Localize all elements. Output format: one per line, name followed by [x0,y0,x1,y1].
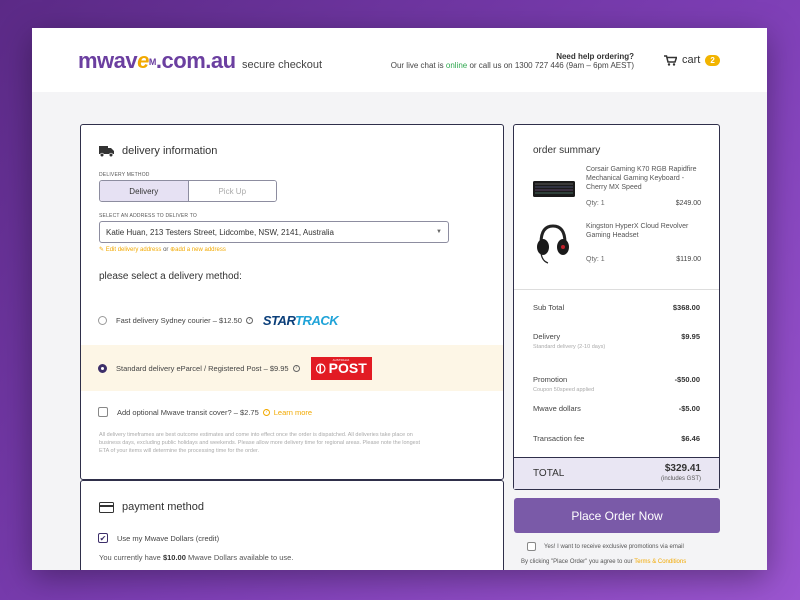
delivery-option-startrack[interactable]: Fast delivery Sydney courier – $12.50 ? … [81,307,503,333]
logo-text: mwaveM.com.au [78,48,236,73]
help-post-text: or call us on 1300 727 446 (9am – 6pm AE… [467,61,634,70]
total-value: $329.41 [664,463,701,474]
startrack-option-label: Fast delivery Sydney courier – $12.50 [116,315,242,325]
live-chat-status[interactable]: online [446,61,467,70]
mwave-dollars-row: Mwave dollars -$5.00 [533,404,700,413]
help-icon[interactable]: ? [262,408,270,416]
note-amount: $10.00 [162,553,186,562]
credit-card-icon [99,501,114,513]
item-name: Kingston HyperX Cloud Revolver Gaming He… [586,223,689,239]
chevron-down-icon: ▼ [436,229,442,235]
use-dollars-checkbox[interactable]: ✔ [98,533,108,543]
cart-count-badge: 2 [705,54,720,66]
mwave-dollars-value: -$5.00 [678,404,700,413]
payment-panel: payment method ✔ Use my Mwave Dollars (c… [80,480,504,570]
help-pre-text: Our live chat is [390,61,446,70]
help-icon[interactable]: ? [245,316,253,324]
delivery-subtext: Standard delivery (2-10 days) [533,344,606,350]
address-label: SELECT AN ADDRESS TO DELIVER TO [99,213,197,219]
subtotal-row: Sub Total $368.00 [533,303,700,312]
promo-optin[interactable]: Yes! I want to receive exclusive promoti… [527,542,684,551]
learn-more-link[interactable]: Learn more [274,408,312,417]
divider [514,289,719,290]
promotion-label: Promotion [533,375,568,384]
startrack-radio[interactable] [98,315,107,325]
transit-cover-label: Add optional Mwave transit cover? – $2.7… [117,407,259,417]
promo-optin-label: Yes! I want to receive exclusive promoti… [544,543,684,550]
item-name: Corsair Gaming K70 RGB Rapidfire Mechani… [586,166,697,191]
auspost-option-label: Standard delivery eParcel / Registered P… [116,363,289,373]
note-pre: You currently have [99,553,163,562]
delivery-option-button[interactable]: Delivery [100,181,189,201]
keyboard-product-image[interactable] [532,173,576,203]
delivery-panel: delivery information DELIVERY METHOD Del… [80,124,504,480]
cart-button[interactable]: cart 2 [664,54,720,66]
item-price: $249.00 [675,200,701,207]
transaction-fee-row: Transaction fee $6.46 [533,434,700,443]
promotion-value: -$50.00 [674,375,700,384]
header: mwaveM.com.au secure checkout Need help … [32,28,767,92]
help-icon[interactable]: ? [292,364,300,372]
delivery-section-title: delivery information [99,145,217,157]
mwave-dollars-note: You currently have $10.00 Mwave Dollars … [99,553,293,562]
promotion-subtext: Coupon 50speed applied [533,387,595,393]
order-summary-title: order summary [533,145,601,156]
delivery-method-toggle: Delivery Pick Up [99,180,277,202]
mwave-logo[interactable]: mwaveM.com.au [78,48,236,74]
secure-checkout-label: secure checkout [242,59,323,71]
edit-address-link[interactable]: Edit delivery address [106,247,162,253]
promo-optin-checkbox[interactable] [527,542,536,551]
startrack-logo: STARTRACK [262,312,339,328]
help-contact-line: Our live chat is online or call us on 13… [372,61,634,70]
gst-note: (includes GST) [660,476,701,482]
truck-icon [99,145,114,157]
delivery-row: Delivery $9.95 [533,332,700,341]
item-qty: Qty: 1 [586,200,605,207]
delivery-value: $9.95 [681,332,700,341]
cart-icon [664,54,677,66]
headset-product-image[interactable] [536,223,570,265]
or-text: or [163,247,169,253]
australia-post-logo: AUSTRALIA ⦶ POST [310,356,372,380]
terms-pre-text: By clicking "Place Order" you agree to o… [521,559,635,565]
note-post: Mwave Dollars available to use. [185,553,294,562]
use-dollars-label: Use my Mwave Dollars (credit) [117,533,220,543]
select-method-prompt: please select a delivery method: [99,271,242,282]
pencil-icon: ✎ [99,247,105,253]
checkout-window: mwaveM.com.au secure checkout Need help … [32,28,767,570]
cart-label: cart [682,54,701,66]
pickup-option-button[interactable]: Pick Up [188,181,276,201]
auspost-radio[interactable] [98,363,107,373]
total-band: TOTAL $329.41 (includes GST) [514,457,719,489]
subtotal-label: Sub Total [533,303,565,312]
payment-section-title: payment method [99,501,204,513]
place-order-button[interactable]: Place Order Now [514,498,720,533]
transit-cover-checkbox[interactable] [98,407,108,417]
order-summary-panel: order summary Corsair Gaming K70 RGB Rap… [513,124,720,490]
delivery-disclaimer: All delivery timeframes are best outcome… [99,432,421,454]
transaction-fee-value: $6.46 [681,434,700,443]
transit-cover-option[interactable]: Add optional Mwave transit cover? – $2.7… [81,403,503,421]
address-value: Katie Huan, 213 Testers Street, Lidcombe… [106,227,334,237]
item-qty: Qty: 1 [586,256,605,263]
delivery-title-text: delivery information [122,145,218,157]
item-price: $119.00 [676,256,701,263]
address-links: ✎ Edit delivery address or ⊕add a new ad… [99,246,226,253]
payment-title-text: payment method [122,501,204,513]
subtotal-value: $368.00 [672,303,700,312]
use-mwave-dollars-option[interactable]: ✔ Use my Mwave Dollars (credit) [81,531,503,545]
help-title: Need help ordering? [556,52,634,61]
delivery-label: Delivery [533,332,561,341]
terms-line: By clicking "Place Order" you agree to o… [521,559,686,565]
total-label: TOTAL [533,468,565,479]
mwave-dollars-label: Mwave dollars [533,404,581,413]
address-select[interactable]: Katie Huan, 213 Testers Street, Lidcombe… [99,221,449,243]
delivery-method-label: DELIVERY METHOD [99,172,150,178]
transaction-fee-label: Transaction fee [533,434,585,443]
delivery-option-auspost[interactable]: Standard delivery eParcel / Registered P… [81,345,503,391]
promotion-row: Promotion -$50.00 [533,375,700,384]
terms-link[interactable]: Terms & Conditions [634,559,686,565]
add-address-link[interactable]: add a new address [175,247,226,253]
